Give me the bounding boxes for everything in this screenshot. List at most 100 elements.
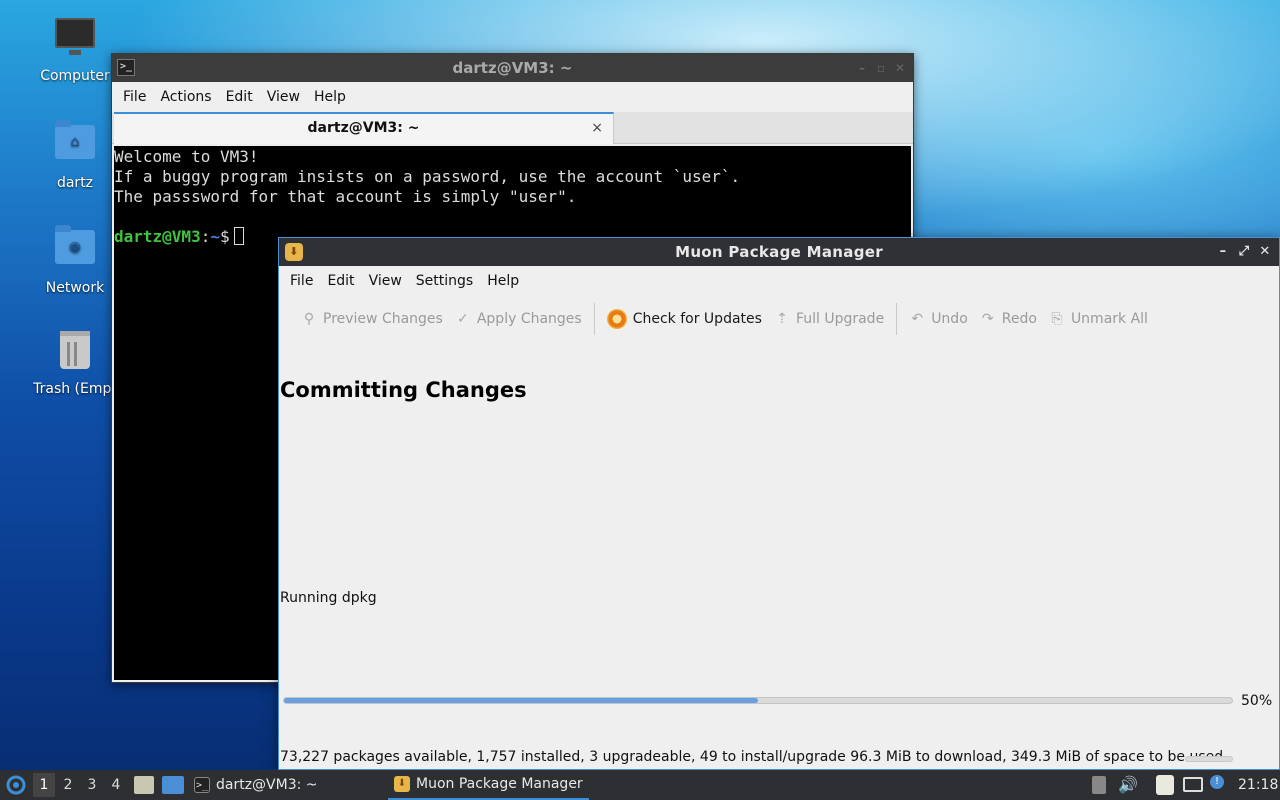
prompt-separator: : [200, 227, 211, 246]
lxqt-logo-icon [6, 775, 26, 795]
redo-label: Redo [1001, 311, 1037, 327]
undo-label: Undo [931, 311, 968, 327]
prompt-symbol: $ [219, 227, 230, 246]
computer-icon [53, 18, 97, 62]
progress-status-text: Running dpkg [280, 590, 377, 606]
notes-icon[interactable] [1156, 775, 1174, 795]
status-bar-progress [1185, 756, 1233, 762]
desktop-icon-label: dartz [56, 175, 94, 191]
progress-bar-fill [284, 698, 758, 703]
terminal-titlebar[interactable]: >_ dartz@VM3: ~ – ▫ ✕ [112, 54, 913, 82]
close-icon[interactable]: ✕ [1255, 238, 1275, 266]
minimize-icon[interactable]: – [1213, 238, 1233, 266]
full-upgrade-label: Full Upgrade [795, 311, 885, 327]
menu-edit[interactable]: Edit [219, 89, 260, 105]
network-folder-icon: ◉ [53, 225, 97, 274]
terminal-icon: >_ [117, 59, 135, 76]
menu-view[interactable]: View [362, 273, 409, 289]
maximize-icon[interactable]: ▫ [877, 54, 885, 82]
terminal-line: Welcome to VM3! [114, 147, 259, 166]
terminal-line: If a buggy program insists on a password… [114, 167, 741, 186]
unmark-icon: ⎘ [1051, 311, 1063, 327]
close-icon[interactable]: ✕ [895, 54, 905, 82]
menu-file[interactable]: File [283, 273, 320, 289]
desktop-icon-label: Trash (Empt [33, 381, 117, 397]
update-notifier-icon[interactable]: ! [1210, 775, 1224, 789]
desktop-icon-computer[interactable]: Computer [27, 16, 123, 84]
menu-help[interactable]: Help [480, 273, 526, 289]
toolbar-separator [896, 303, 898, 335]
desktop-icon-network[interactable]: ◉ Network [27, 225, 123, 296]
terminal-tab-label: dartz@VM3: ~ [307, 120, 420, 136]
terminal-tab[interactable]: dartz@VM3: ~ × [114, 112, 614, 144]
workspace-2[interactable]: 2 [57, 773, 79, 797]
terminal-tabbar: dartz@VM3: ~ × [112, 112, 913, 144]
menu-edit[interactable]: Edit [320, 273, 361, 289]
unmark-all-label: Unmark All [1070, 311, 1148, 327]
show-desktop-icon[interactable] [162, 776, 184, 794]
redo-icon: ↷ [981, 311, 994, 327]
preview-changes-button[interactable]: ⚲ Preview Changes [295, 302, 449, 336]
full-upgrade-button[interactable]: ⇡ Full Upgrade [768, 302, 890, 336]
task-label: Muon Package Manager [416, 776, 583, 792]
preview-changes-label: Preview Changes [323, 311, 443, 327]
desktop-icon-home[interactable]: ⌂ dartz [27, 120, 123, 191]
workspace-4[interactable]: 4 [105, 773, 127, 797]
taskbar: 1 2 3 4 >_ dartz@VM3: ~ ⬇ Muon Package M… [0, 770, 1280, 800]
start-menu-button[interactable] [5, 773, 27, 797]
package-icon: ⬇ [285, 243, 303, 261]
apply-changes-label: Apply Changes [476, 311, 582, 327]
status-bar-text: 73,227 packages available, 1,757 install… [280, 749, 1224, 765]
search-icon: ⚲ [303, 311, 315, 327]
home-folder-icon: ⌂ [53, 120, 97, 169]
trash-icon [53, 331, 97, 375]
terminal-icon: >_ [194, 777, 210, 793]
redo-button[interactable]: ↷ Redo [974, 302, 1043, 336]
desktop-icon-label: Network [45, 280, 105, 296]
terminal-menubar: File Actions Edit View Help [112, 82, 913, 112]
menu-view[interactable]: View [260, 89, 307, 105]
check-for-updates-label: Check for Updates [632, 311, 762, 327]
close-tab-icon[interactable]: × [591, 114, 603, 142]
progress-bar [283, 697, 1233, 704]
unmark-all-button[interactable]: ⎘ Unmark All [1043, 302, 1154, 336]
file-manager-launcher-icon[interactable] [134, 776, 154, 794]
clipboard-icon[interactable] [1092, 776, 1106, 794]
apply-changes-button[interactable]: ✓ Apply Changes [449, 302, 588, 336]
desktop-icon-trash[interactable]: Trash (Empt [27, 331, 123, 397]
workspace-3[interactable]: 3 [81, 773, 103, 797]
minimize-icon[interactable]: – [859, 54, 865, 82]
muon-titlebar[interactable]: ⬇ Muon Package Manager – ⤢ ✕ [279, 238, 1279, 266]
undo-icon: ↶ [911, 311, 924, 327]
terminal-line: The passsword for that account is simply… [114, 187, 577, 206]
muon-toolbar: ⚲ Preview Changes ✓ Apply Changes Check … [279, 296, 1279, 342]
muon-menubar: File Edit View Settings Help [279, 266, 1279, 296]
task-terminal[interactable]: >_ dartz@VM3: ~ [194, 770, 318, 800]
clock[interactable]: 21:18 [1238, 770, 1278, 800]
muon-window[interactable]: ⬇ Muon Package Manager – ⤢ ✕ File Edit V… [278, 237, 1280, 770]
checkmark-icon: ✓ [456, 311, 469, 327]
refresh-icon [606, 309, 627, 329]
page-title: Committing Changes [280, 378, 527, 402]
workspace-1[interactable]: 1 [33, 773, 55, 797]
network-icon[interactable] [1183, 777, 1203, 792]
toolbar-separator [593, 303, 595, 335]
package-icon: ⬇ [394, 776, 410, 792]
progress-percent: 50% [1241, 693, 1273, 709]
menu-file[interactable]: File [116, 89, 153, 105]
task-label: dartz@VM3: ~ [216, 777, 318, 793]
terminal-cursor [233, 227, 244, 245]
terminal-title: dartz@VM3: ~ [452, 59, 573, 77]
menu-settings[interactable]: Settings [409, 273, 480, 289]
menu-help[interactable]: Help [307, 89, 353, 105]
check-for-updates-button[interactable]: Check for Updates [601, 302, 768, 336]
upgrade-icon: ⇡ [776, 311, 788, 327]
prompt-user: dartz@VM3 [114, 227, 201, 246]
menu-actions[interactable]: Actions [153, 89, 218, 105]
undo-button[interactable]: ↶ Undo [903, 302, 974, 336]
maximize-icon[interactable]: ⤢ [1234, 238, 1254, 266]
task-muon[interactable]: ⬇ Muon Package Manager [388, 770, 589, 800]
desktop-icon-label: Computer [40, 68, 110, 84]
volume-icon[interactable]: 🔊 [1118, 775, 1138, 795]
muon-title: Muon Package Manager [675, 243, 883, 261]
